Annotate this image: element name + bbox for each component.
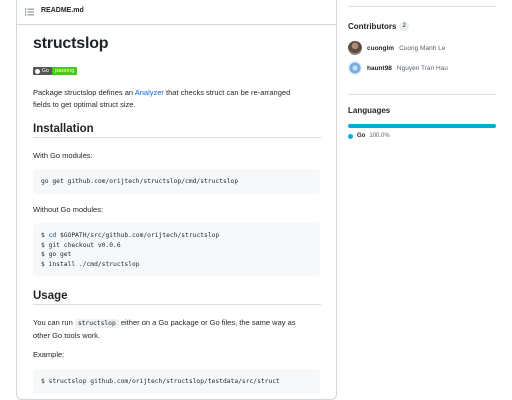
- list-unordered-icon[interactable]: [25, 8, 34, 16]
- code-line: $ go get: [41, 251, 72, 258]
- readme-filename[interactable]: README.md: [41, 7, 84, 14]
- contributors-count: 2: [399, 22, 409, 32]
- intro-text: Package structslop defines an: [33, 88, 135, 97]
- badge-left-label: Go: [42, 68, 49, 74]
- example-code-block[interactable]: $ structslop github.com/orijtech/structs…: [33, 369, 320, 393]
- code-line: $ structslop github.com/orijtech/structs…: [41, 378, 280, 385]
- contributor-name: Nguyen Tran Hau: [396, 64, 448, 72]
- without-modules-label: Without Go modules:: [33, 205, 104, 214]
- readme-header: README.md: [17, 0, 336, 25]
- go-get-code-block[interactable]: go get github.com/orijtech/structslop/cm…: [33, 169, 320, 194]
- contributors-heading[interactable]: Contributors 2: [348, 22, 409, 32]
- with-modules-label: With Go modules:: [33, 151, 93, 160]
- language-item[interactable]: Go 100.0%: [348, 133, 390, 139]
- language-color-dot: [348, 133, 353, 139]
- contributor-item[interactable]: haunt98 Nguyen Tran Hau: [348, 61, 448, 75]
- readme-panel: README.md structslop Go passing Package …: [16, 0, 337, 400]
- build-status-badge[interactable]: Go passing: [33, 67, 78, 75]
- usage-paragraph: You can run structslop either on a Go pa…: [33, 318, 296, 340]
- badge-left: Go: [33, 67, 52, 75]
- usage-heading: Usage: [33, 290, 321, 305]
- code-line: $ cd $GOPATH/src/github.com/orijtech/str…: [41, 232, 220, 239]
- code-line: $ git checkout v0.0.6: [41, 241, 121, 249]
- sidebar-divider: [348, 6, 496, 7]
- install-code-block[interactable]: $ cd $GOPATH/src/github.com/orijtech/str…: [33, 223, 320, 276]
- avatar[interactable]: [348, 41, 362, 55]
- readme-title: structslop: [33, 35, 109, 52]
- avatar[interactable]: [348, 61, 362, 75]
- sidebar-divider: [348, 94, 496, 95]
- code-line: go get github.com/orijtech/structslop/cm…: [41, 178, 239, 185]
- contributor-login[interactable]: haunt98: [367, 65, 392, 72]
- badge-right-label: passing: [51, 67, 78, 75]
- language-percent: 100.0%: [369, 133, 390, 139]
- language-name: Go: [357, 133, 366, 139]
- languages-heading: Languages: [348, 106, 391, 115]
- installation-heading: Installation: [33, 123, 321, 138]
- github-mark-icon: [35, 68, 40, 74]
- inline-code: structslop: [74, 319, 119, 328]
- intro-text-cont: that checks struct can be re-arranged: [163, 88, 291, 97]
- example-label: Example:: [33, 350, 65, 359]
- intro-text-line2: fields to get optimal struct size.: [33, 100, 136, 109]
- intro-paragraph: Package structslop defines an Analyzer t…: [33, 87, 290, 111]
- analyzer-link[interactable]: Analyzer: [135, 88, 164, 97]
- code-line: $ install ./cmd/structslop: [41, 260, 140, 268]
- language-bar: [348, 124, 496, 128]
- contributor-login[interactable]: cuonglm: [367, 45, 394, 52]
- contributor-item[interactable]: cuonglm Cuong Manh Le: [348, 41, 445, 55]
- contributor-name: Cuong Manh Le: [399, 44, 446, 52]
